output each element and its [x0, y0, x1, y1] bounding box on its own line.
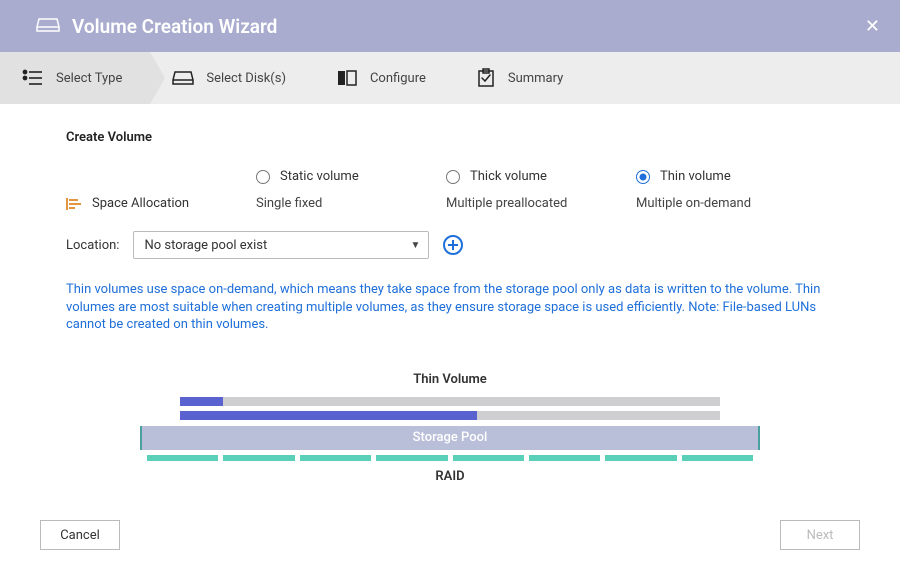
volume-type-grid: Static volume Thick volume Thin volume S…	[66, 169, 834, 211]
allocation-icon	[66, 197, 82, 211]
radio-label: Thick volume	[470, 169, 547, 184]
step-select-type[interactable]: Select Type	[0, 52, 150, 104]
location-row: Location: No storage pool exist ▼	[66, 231, 834, 259]
location-select[interactable]: No storage pool exist ▼	[133, 231, 429, 259]
add-pool-button[interactable]	[443, 235, 463, 255]
wizard-content: Create Volume Static volume Thick volume…	[0, 104, 900, 484]
next-button[interactable]: Next	[780, 520, 860, 550]
diagram-raid-row	[147, 455, 753, 461]
step-configure[interactable]: Configure	[314, 52, 454, 104]
diagram-pool: Storage Pool	[140, 426, 760, 450]
close-icon[interactable]: ✕	[865, 16, 880, 37]
location-selected-value: No storage pool exist	[144, 238, 267, 253]
alloc-static: Single fixed	[256, 196, 446, 211]
space-allocation-label: Space Allocation	[66, 196, 256, 211]
radio-thick-volume[interactable]: Thick volume	[446, 169, 636, 184]
step-select-disks[interactable]: Select Disk(s)	[150, 52, 314, 104]
list-icon	[22, 69, 44, 87]
step-label: Select Type	[56, 71, 122, 86]
titlebar: Volume Creation Wizard ✕	[0, 0, 900, 52]
chevron-down-icon: ▼	[411, 240, 421, 251]
step-label: Select Disk(s)	[206, 71, 286, 86]
step-summary[interactable]: Summary	[454, 52, 591, 104]
radio-thin-volume[interactable]: Thin volume	[636, 169, 826, 184]
cancel-button[interactable]: Cancel	[40, 520, 120, 550]
radio-static-volume[interactable]: Static volume	[256, 169, 446, 184]
alloc-thick: Multiple preallocated	[446, 196, 636, 211]
volume-diagram: Thin Volume Storage Pool RAID	[140, 372, 760, 484]
diagram-top-label: Thin Volume	[140, 372, 760, 387]
location-label: Location:	[66, 238, 119, 253]
radio-label: Static volume	[280, 169, 359, 184]
diagram-bar-2	[180, 411, 720, 420]
drive-icon	[36, 15, 72, 37]
diagram-bottom-label: RAID	[140, 469, 760, 484]
volume-type-description: Thin volumes use space on-demand, which …	[66, 281, 834, 334]
configure-icon	[336, 69, 358, 87]
step-label: Configure	[370, 71, 426, 86]
radio-label: Thin volume	[660, 169, 731, 184]
summary-icon	[476, 68, 496, 88]
disk-icon	[172, 69, 194, 87]
step-label: Summary	[508, 71, 563, 86]
wizard-footer: Cancel Next	[0, 520, 900, 550]
section-title: Create Volume	[66, 130, 834, 145]
wizard-steps: Select Type Select Disk(s) Configure	[0, 52, 900, 104]
window-title: Volume Creation Wizard	[72, 15, 865, 38]
diagram-bar-1	[180, 397, 720, 406]
alloc-thin: Multiple on-demand	[636, 196, 826, 211]
